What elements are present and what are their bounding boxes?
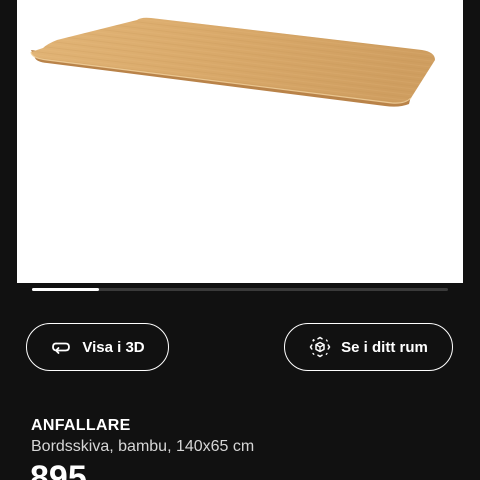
product-price: 895 <box>30 459 87 480</box>
view-in-3d-label: Visa i 3D <box>82 338 145 356</box>
view-in-room-label: Se i ditt rum <box>341 338 428 356</box>
rotate-3d-icon <box>50 336 72 358</box>
tabletop-illustration <box>30 17 435 107</box>
product-description: Bordsskiva, bambu, 140x65 cm <box>31 438 255 455</box>
view-in-room-button[interactable]: Se i ditt rum <box>284 323 453 371</box>
product-name[interactable]: ANFALLARE <box>31 417 131 435</box>
product-image[interactable] <box>17 0 463 283</box>
ar-view-icon <box>309 336 331 358</box>
view-in-3d-button[interactable]: Visa i 3D <box>26 323 169 371</box>
product-page: Visa i 3D Se i ditt rum ANFALLARE Bordss… <box>0 0 480 480</box>
image-carousel-indicator[interactable] <box>32 288 448 291</box>
carousel-progress <box>32 288 99 291</box>
